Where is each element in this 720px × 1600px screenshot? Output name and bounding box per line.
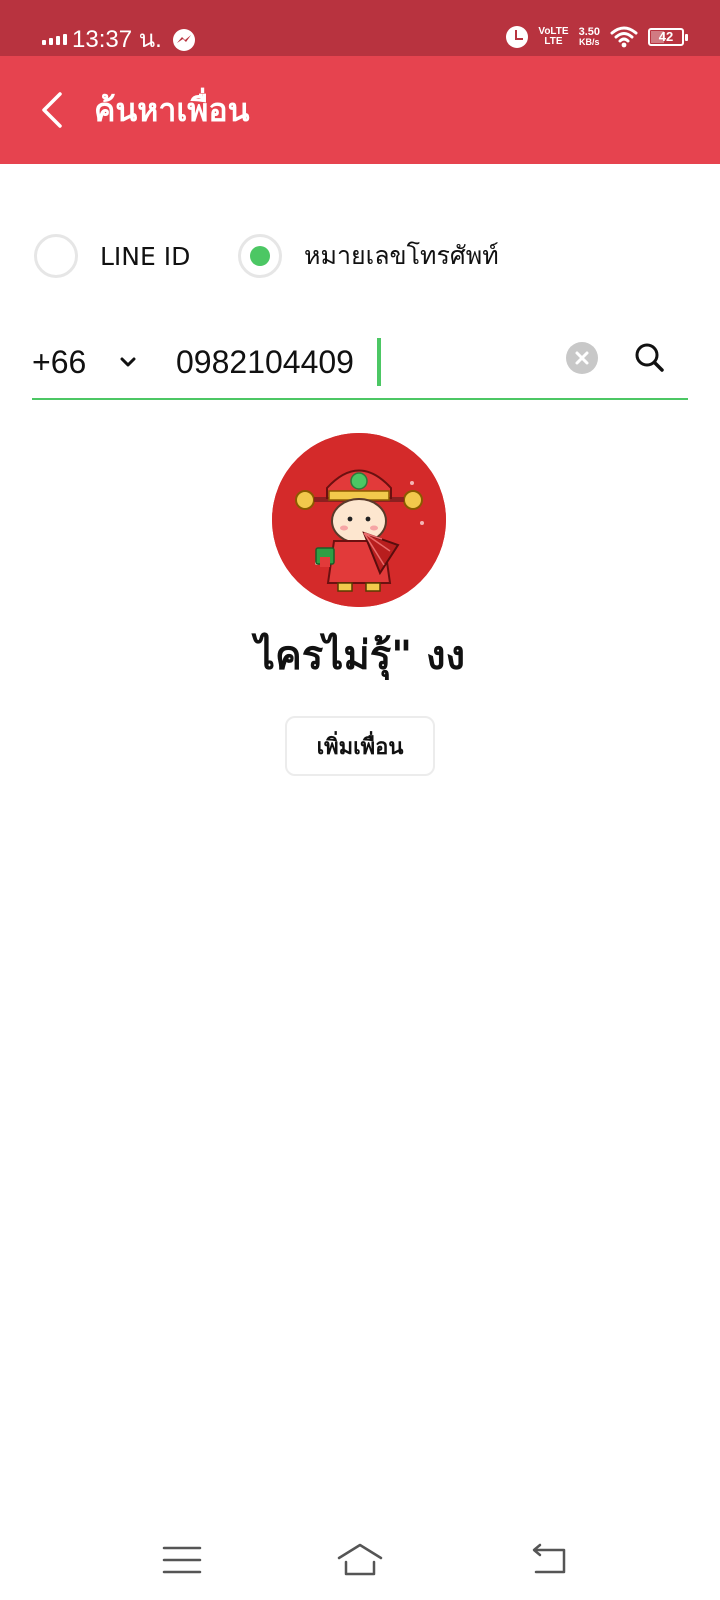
search-icon[interactable]	[632, 340, 668, 376]
wifi-icon	[610, 26, 638, 48]
status-bar: 13:37 น. VoLTE LTE 3.50 KB/s 42	[0, 0, 720, 56]
chevron-down-icon[interactable]	[116, 350, 140, 374]
radio-phone[interactable]	[238, 234, 282, 278]
volte-indicator: VoLTE LTE	[538, 26, 569, 47]
page-title: ค้นหาเพื่อน	[94, 91, 250, 129]
profile-name: ไครไม่รุ้" งง	[254, 633, 466, 679]
phone-input[interactable]	[176, 336, 546, 388]
messenger-icon	[173, 29, 195, 51]
profile-avatar[interactable]	[272, 433, 446, 607]
system-nav-bar	[0, 1520, 720, 1600]
avatar-illustration	[272, 433, 446, 607]
app-header: ค้นหาเพื่อน	[0, 56, 720, 164]
radio-option-phone[interactable]: หมายเลขโทรศัพท์	[238, 232, 499, 280]
status-time: 13:37 น.	[72, 26, 162, 53]
radio-line-id[interactable]	[34, 234, 78, 278]
country-code-selector[interactable]: +66	[32, 342, 86, 382]
menu-icon[interactable]	[160, 1540, 204, 1580]
battery-indicator: 42	[648, 28, 688, 46]
phone-search-field: +66	[32, 330, 688, 400]
radio-label-line-id: LINE ID	[100, 241, 191, 271]
back-button[interactable]	[36, 86, 72, 134]
home-icon[interactable]	[336, 1540, 384, 1580]
clear-icon[interactable]	[566, 342, 598, 374]
radio-label-phone: หมายเลขโทรศัพท์	[304, 241, 499, 270]
back-arrow-icon	[42, 92, 62, 128]
add-friend-button[interactable]: เพิ่มเพื่อน	[285, 716, 435, 776]
signal-strength-icon	[42, 34, 67, 45]
network-speed: 3.50 KB/s	[578, 26, 600, 48]
radio-option-line-id[interactable]: LINE ID	[34, 232, 190, 280]
back-nav-icon[interactable]	[530, 1540, 574, 1580]
alarm-icon	[506, 26, 529, 48]
text-cursor	[377, 338, 381, 386]
